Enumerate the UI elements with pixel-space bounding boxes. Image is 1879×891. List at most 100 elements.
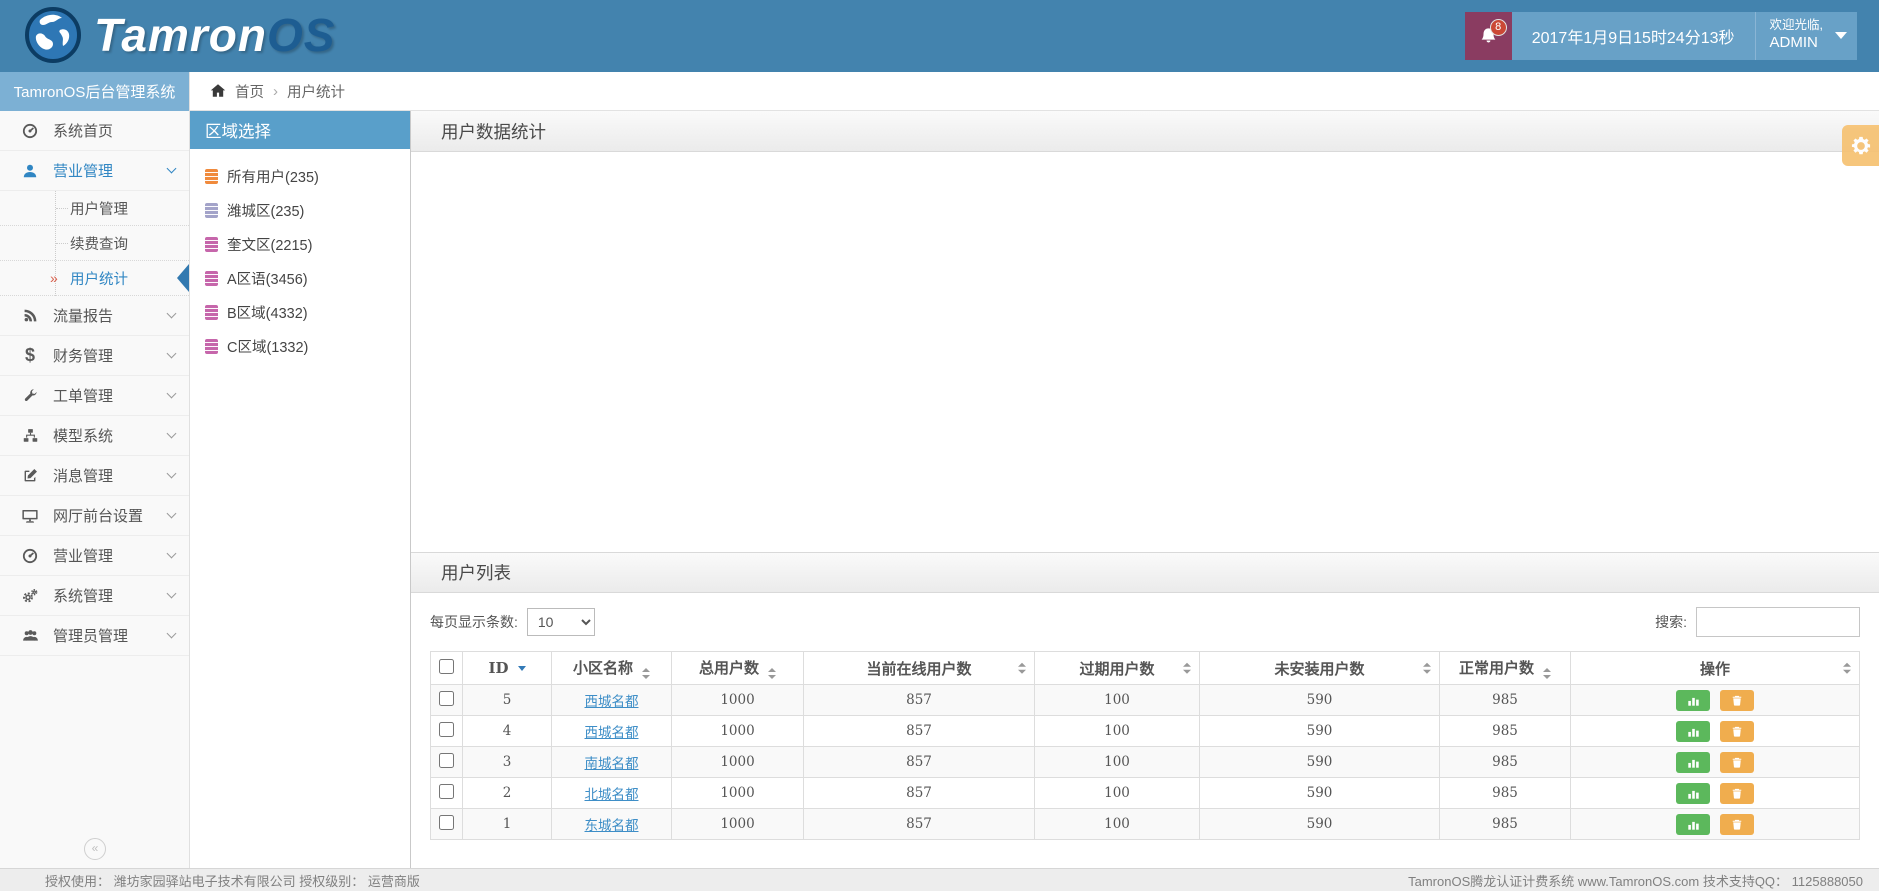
delete-button[interactable]: [1719, 782, 1754, 804]
column-header-actions[interactable]: 操作: [1570, 651, 1860, 685]
region-item-kuiwen[interactable]: 奎文区(2215): [190, 227, 410, 261]
view-chart-button[interactable]: [1676, 689, 1711, 711]
view-chart-button[interactable]: [1676, 751, 1711, 773]
settings-gear-button[interactable]: [1842, 125, 1879, 166]
sidebar-item-admin-mgmt[interactable]: 管理员管理: [0, 616, 189, 656]
sidebar-item-portal-settings[interactable]: 网厅前台设置: [0, 496, 189, 536]
cell-total: 1000: [671, 684, 804, 716]
region-panel: 区域选择 所有用户(235) 潍城区(235) 奎文区(2215) A区语(34…: [190, 111, 411, 868]
stats-chart-area: [411, 152, 1879, 552]
row-checkbox[interactable]: [439, 784, 454, 799]
sidebar-title: TamronOS后台管理系统: [0, 72, 189, 111]
region-item-a[interactable]: A区语(3456): [190, 261, 410, 295]
column-header-expired[interactable]: 过期用户数: [1034, 651, 1200, 685]
chevron-down-icon: [166, 308, 177, 319]
community-link[interactable]: 东城名都: [585, 818, 639, 833]
sidebar-item-user-statistics[interactable]: » 用户统计: [0, 261, 189, 296]
column-header-uninstalled[interactable]: 未安装用户数: [1199, 651, 1440, 685]
user-menu[interactable]: 欢迎光临, ADMIN: [1754, 12, 1857, 60]
delete-button[interactable]: [1719, 751, 1754, 773]
row-checkbox[interactable]: [439, 815, 454, 830]
column-header-id[interactable]: ID: [462, 651, 552, 685]
sidebar-item-business-mgmt-2[interactable]: 营业管理: [0, 536, 189, 576]
cell-total: 1000: [671, 715, 804, 747]
column-header-name[interactable]: 小区名称: [551, 651, 672, 685]
region-item-label: C区域(1332): [227, 339, 309, 356]
table-row: 4 西城名都 1000 857 100 590 985: [430, 715, 1860, 747]
region-item-label: 所有用户(235): [227, 169, 319, 186]
community-link[interactable]: 北城名都: [585, 787, 639, 802]
cell-id: 5: [462, 684, 552, 716]
globe-logo-icon: [25, 7, 81, 63]
sidebar-item-user-mgmt[interactable]: 用户管理: [0, 191, 189, 226]
cell-expired: 100: [1034, 715, 1200, 747]
view-chart-button[interactable]: [1676, 813, 1711, 835]
community-link[interactable]: 西城名都: [585, 694, 639, 709]
sidebar-item-dashboard[interactable]: 系统首页: [0, 111, 189, 151]
trash-icon: [1732, 788, 1742, 799]
cell-online: 857: [803, 746, 1035, 778]
sidebar-item-message-mgmt[interactable]: 消息管理: [0, 456, 189, 496]
sidebar-item-work-order[interactable]: 工单管理: [0, 376, 189, 416]
region-panel-title: 区域选择: [190, 111, 410, 149]
list-panel-title: 用户列表: [441, 563, 511, 583]
sidebar-item-model-system[interactable]: 模型系统: [0, 416, 189, 456]
sidebar-item-traffic-report[interactable]: 流量报告: [0, 296, 189, 336]
stats-panel-title: 用户数据统计: [441, 121, 546, 142]
cell-normal: 985: [1439, 777, 1571, 809]
search-label: 搜索:: [1655, 614, 1687, 630]
sitemap-icon: [20, 428, 40, 443]
bar-chart-icon: [1687, 697, 1699, 706]
delete-button[interactable]: [1719, 720, 1754, 742]
search-input[interactable]: [1696, 607, 1860, 637]
trash-icon: [1732, 695, 1742, 706]
row-checkbox[interactable]: [439, 691, 454, 706]
user-list-table: ID 小区名称 总用户数 当前在线用户数 过期用户数 未安装用户数 正常用户数 …: [430, 651, 1860, 840]
page-size-select[interactable]: 10: [526, 608, 595, 636]
bar-chart-icon: [1687, 759, 1699, 768]
column-header-online[interactable]: 当前在线用户数: [803, 651, 1035, 685]
sidebar-item-label: 用户统计: [70, 271, 128, 288]
region-item-b[interactable]: B区域(4332): [190, 295, 410, 329]
sidebar-item-business-mgmt[interactable]: 营业管理: [0, 151, 189, 191]
sidebar-item-finance-mgmt[interactable]: $ 财务管理: [0, 336, 189, 376]
cell-uninstalled: 590: [1199, 684, 1440, 716]
row-checkbox[interactable]: [439, 753, 454, 768]
sidebar-item-renewal-query[interactable]: 续费查询: [0, 226, 189, 261]
select-all-checkbox[interactable]: [439, 658, 454, 674]
column-header-normal[interactable]: 正常用户数: [1439, 651, 1571, 685]
notifications-button[interactable]: 8: [1464, 12, 1512, 60]
cell-online: 857: [803, 777, 1035, 809]
edit-icon: [20, 468, 40, 483]
sidebar-item-label: 用户管理: [70, 201, 128, 218]
breadcrumb: 首页 › 用户统计: [190, 72, 1879, 111]
cell-normal: 985: [1439, 715, 1571, 747]
building-icon: [205, 236, 218, 252]
sidebar-item-system-mgmt[interactable]: 系统管理: [0, 576, 189, 616]
gauge-icon: [20, 548, 40, 564]
page-size-label: 每页显示条数:: [430, 614, 518, 630]
region-item-label: A区语(3456): [227, 271, 308, 288]
community-link[interactable]: 西城名都: [585, 725, 639, 740]
sidebar-item-label: 流量报告: [53, 308, 114, 325]
sort-icon: [768, 668, 776, 679]
rss-icon: [20, 308, 40, 323]
breadcrumb-home[interactable]: 首页: [235, 81, 264, 102]
delete-button[interactable]: [1719, 813, 1754, 835]
row-checkbox[interactable]: [439, 722, 454, 737]
region-item-c[interactable]: C区域(1332): [190, 329, 410, 363]
cell-uninstalled: 590: [1199, 715, 1440, 747]
community-link[interactable]: 南城名都: [585, 756, 639, 771]
delete-button[interactable]: [1719, 689, 1754, 711]
cell-id: 4: [462, 715, 552, 747]
region-item-weicheng[interactable]: 潍城区(235): [190, 193, 410, 227]
bar-chart-icon: [1687, 790, 1699, 799]
region-item-all-users[interactable]: 所有用户(235): [190, 159, 410, 193]
table-row: 5 西城名都 1000 857 100 590 985: [430, 684, 1860, 716]
view-chart-button[interactable]: [1676, 720, 1711, 742]
cell-expired: 100: [1034, 684, 1200, 716]
app-logo: TamronOS: [24, 6, 335, 64]
column-header-total[interactable]: 总用户数: [671, 651, 804, 685]
view-chart-button[interactable]: [1676, 782, 1711, 804]
sidebar-collapse-button[interactable]: «: [84, 838, 106, 860]
